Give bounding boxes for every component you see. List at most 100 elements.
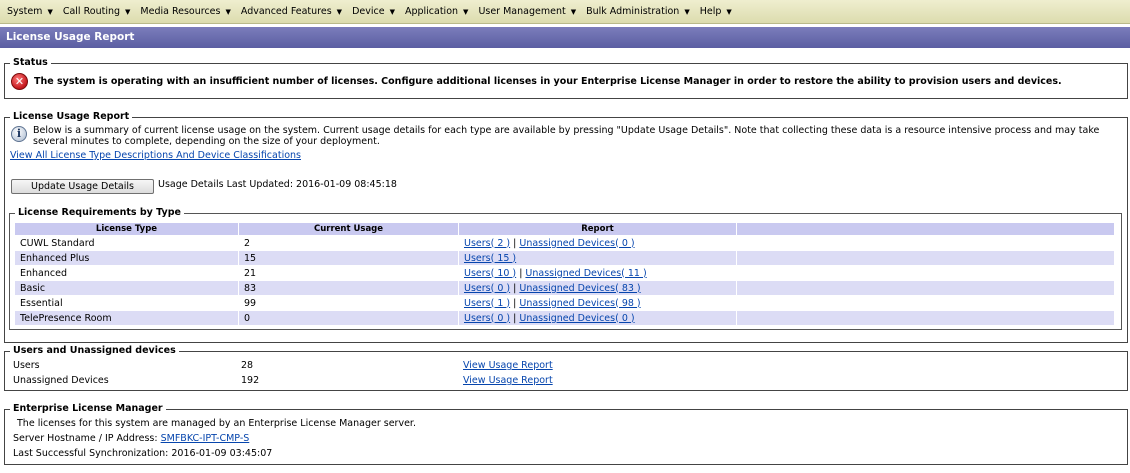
- menu-call-routing-label: Call Routing: [62, 6, 121, 17]
- unassigned-devices-link[interactable]: Unassigned Devices( 0 ): [519, 238, 634, 249]
- menu-call-routing[interactable]: Call Routing ▼: [58, 0, 136, 24]
- separator: |: [513, 237, 517, 249]
- chevron-down-icon: ▼: [684, 7, 690, 16]
- hostname-link[interactable]: SMFBKC-IPT-CMP-S: [161, 433, 250, 444]
- elm-hostname-row: Server Hostname / IP Address: SMFBKC-IPT…: [13, 433, 249, 444]
- menu-bar: System ▼ Call Routing ▼ Media Resources ▼ A…: [0, 0, 1130, 24]
- table-row: TelePresence Room 0 Users( 0 ) | Unassig…: [15, 311, 1114, 325]
- current-usage-cell: 83: [239, 281, 458, 295]
- menu-device-label: Device: [352, 6, 385, 17]
- menu-bulk-administration-label: Bulk Administration: [586, 6, 680, 17]
- table-row: Essential 99 Users( 1 ) | Unassigned Dev…: [15, 296, 1114, 310]
- separator: |: [513, 312, 517, 324]
- status-section: Status ✕ The system is operating with an…: [4, 57, 1128, 99]
- menu-media-resources-label: Media Resources: [140, 6, 221, 17]
- users-unassigned-section: Users and Unassigned devices Users 28 Vi…: [4, 345, 1128, 391]
- unassigned-view-usage-report-link[interactable]: View Usage Report: [463, 375, 553, 386]
- users-link[interactable]: Users( 1 ): [464, 298, 510, 309]
- enterprise-license-manager-section: Enterprise License Manager The licenses …: [4, 403, 1128, 465]
- menu-bulk-administration[interactable]: Bulk Administration ▼: [581, 0, 695, 24]
- separator: |: [513, 282, 517, 294]
- table-row: Basic 83 Users( 0 ) | Unassigned Devices…: [15, 281, 1114, 295]
- chevron-down-icon: ▼: [336, 7, 343, 16]
- unassigned-devices-link[interactable]: Unassigned Devices( 0 ): [519, 313, 634, 324]
- menu-user-management-label: User Management: [478, 6, 566, 17]
- menu-advanced-features[interactable]: Advanced Features ▼: [236, 0, 347, 24]
- status-legend: Status: [10, 57, 51, 69]
- users-count: 28: [241, 360, 254, 371]
- table-header-row: License Type Current Usage Report: [15, 223, 1114, 235]
- hostname-label: Server Hostname / IP Address:: [13, 433, 158, 444]
- status-row: ✕ The system is operating with an insuff…: [11, 73, 1062, 90]
- report-cell: Users( 15 ): [459, 251, 736, 265]
- report-cell: Users( 2 ) | Unassigned Devices( 0 ): [459, 236, 736, 250]
- license-type-cell: Enhanced Plus: [15, 251, 238, 265]
- table-row: Enhanced Plus 15 Users( 15 ): [15, 251, 1114, 265]
- last-updated-text: Usage Details Last Updated: 2016-01-09 0…: [158, 179, 397, 190]
- license-type-cell: TelePresence Room: [15, 311, 238, 325]
- report-cell: Users( 0 ) | Unassigned Devices( 0 ): [459, 311, 736, 325]
- users-link[interactable]: Users( 15 ): [464, 253, 516, 264]
- unassigned-devices-link[interactable]: Unassigned Devices( 83 ): [519, 283, 640, 294]
- unassigned-devices-count: 192: [241, 375, 260, 386]
- users-view-usage-report-link[interactable]: View Usage Report: [463, 360, 553, 371]
- report-cell: Users( 0 ) | Unassigned Devices( 83 ): [459, 281, 736, 295]
- chevron-down-icon: ▼: [125, 7, 131, 16]
- chevron-down-icon: ▼: [47, 7, 53, 16]
- menu-help[interactable]: Help ▼: [695, 0, 737, 24]
- current-usage-cell: 2: [244, 237, 251, 249]
- report-legend: License Usage Report: [10, 111, 133, 123]
- license-type-cell: CUWL Standard: [20, 237, 95, 249]
- unassigned-devices-label: Unassigned Devices: [13, 375, 109, 386]
- current-usage-cell: 21: [244, 267, 257, 279]
- license-type-cell: Basic: [15, 281, 238, 295]
- column-header: Current Usage: [239, 223, 458, 235]
- users-link[interactable]: Users( 2 ): [464, 238, 510, 249]
- menu-user-management[interactable]: User Management ▼: [473, 0, 581, 24]
- menu-device[interactable]: Device ▼: [347, 0, 400, 24]
- empty-cell: [737, 251, 1114, 265]
- license-type-cell: Enhanced: [20, 267, 67, 279]
- report-cell: Users( 10 ) | Unassigned Devices( 11 ): [459, 266, 736, 280]
- empty-cell: [737, 296, 1114, 310]
- elm-managed-text: The licenses for this system are managed…: [17, 418, 416, 429]
- users-link[interactable]: Users( 0 ): [464, 313, 510, 324]
- chevron-down-icon: ▼: [726, 7, 732, 16]
- users-unassigned-legend: Users and Unassigned devices: [10, 345, 179, 357]
- chevron-down-icon: ▼: [225, 7, 231, 16]
- menu-system[interactable]: System ▼: [2, 0, 58, 24]
- menu-media-resources[interactable]: Media Resources ▼: [135, 0, 235, 24]
- separator: |: [513, 297, 517, 309]
- last-sync-text: Last Successful Synchronization: 2016-01…: [13, 448, 273, 459]
- separator: |: [519, 267, 523, 279]
- current-usage-cell: 15: [239, 251, 458, 265]
- report-cell: Users( 1 ) | Unassigned Devices( 98 ): [459, 296, 736, 310]
- menu-application[interactable]: Application ▼: [400, 0, 473, 24]
- view-all-license-types-link[interactable]: View All License Type Descriptions And D…: [10, 150, 301, 161]
- table-row: Enhanced 21 Users( 10 ) | Unassigned Dev…: [15, 266, 1114, 280]
- status-message: The system is operating with an insuffic…: [34, 76, 1062, 87]
- empty-cell: [737, 266, 1114, 280]
- table-row: CUWL Standard 2 Users( 2 ) | Unassigned …: [15, 236, 1114, 250]
- empty-cell: [737, 281, 1114, 295]
- chevron-down-icon: ▼: [389, 7, 395, 16]
- menu-system-label: System: [7, 6, 43, 17]
- current-usage-cell: 0: [239, 311, 458, 325]
- users-label: Users: [13, 360, 40, 371]
- empty-cell: [737, 236, 1114, 250]
- chevron-down-icon: ▼: [463, 7, 469, 16]
- menu-advanced-features-label: Advanced Features: [240, 6, 332, 17]
- requirements-legend: License Requirements by Type: [15, 207, 184, 219]
- report-description: Below is a summary of current license us…: [33, 125, 1100, 147]
- users-link[interactable]: Users( 0 ): [464, 283, 510, 294]
- unassigned-devices-link[interactable]: Unassigned Devices( 98 ): [519, 298, 640, 309]
- menu-application-label: Application: [404, 6, 459, 17]
- error-icon: ✕: [11, 73, 28, 90]
- column-header: License Type: [15, 223, 238, 235]
- update-usage-details-button[interactable]: Update Usage Details: [11, 179, 154, 194]
- column-header: [737, 223, 1114, 235]
- license-type-cell: Essential: [20, 297, 63, 309]
- page-title: License Usage Report: [0, 27, 1130, 48]
- users-link[interactable]: Users( 10 ): [464, 268, 516, 279]
- unassigned-devices-link[interactable]: Unassigned Devices( 11 ): [525, 268, 646, 279]
